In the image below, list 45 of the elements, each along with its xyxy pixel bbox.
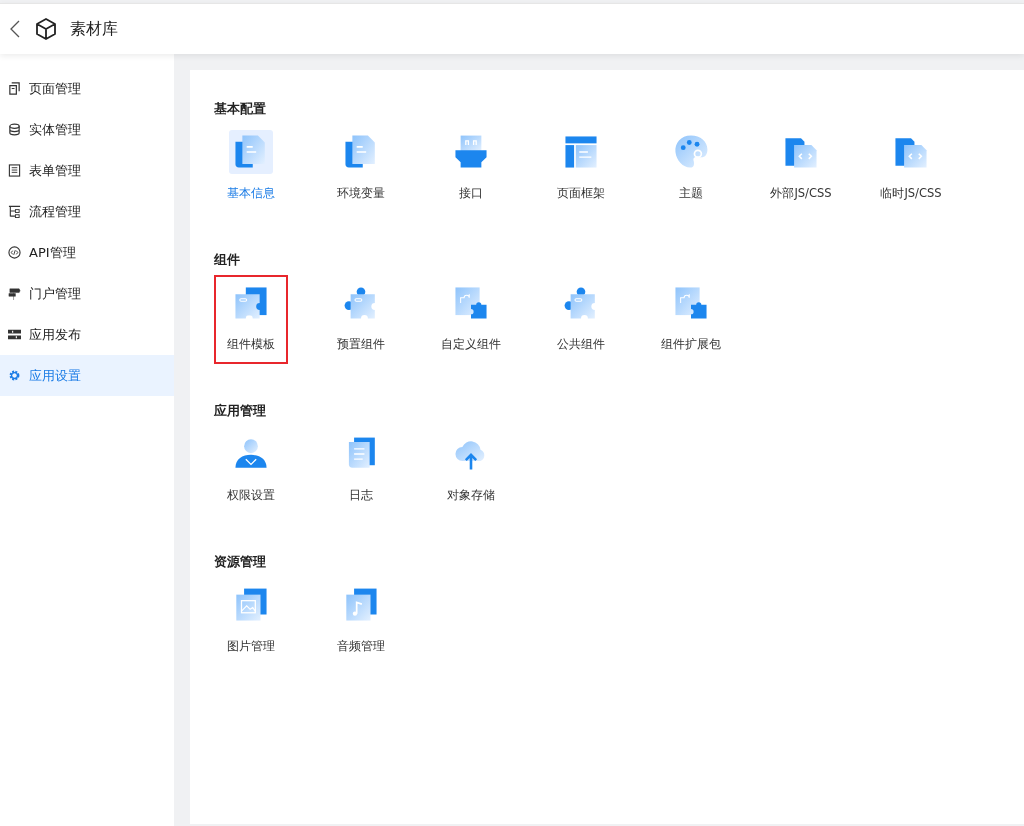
tile-item[interactable]: 页面框架 bbox=[544, 124, 618, 213]
tile-item[interactable]: 基本信息 bbox=[214, 124, 288, 213]
sidebar-item[interactable]: 应用发布 bbox=[0, 314, 174, 355]
sidebar-item[interactable]: API管理 bbox=[0, 232, 174, 273]
signpost-icon bbox=[8, 287, 21, 300]
tile-item[interactable]: 接口 bbox=[434, 124, 508, 213]
form-icon bbox=[8, 164, 21, 177]
sidebar-item[interactable]: 实体管理 bbox=[0, 109, 174, 150]
tile-item[interactable]: 对象存储 bbox=[434, 426, 508, 515]
sidebar-item[interactable]: 页面管理 bbox=[0, 68, 174, 109]
tile-item[interactable]: 图片管理 bbox=[214, 577, 288, 666]
puzzle-icon bbox=[452, 284, 490, 322]
tile-item[interactable]: 自定义组件 bbox=[434, 275, 508, 364]
sidebar-item[interactable]: 流程管理 bbox=[0, 191, 174, 232]
table-icon bbox=[8, 328, 21, 341]
layout-icon bbox=[562, 133, 600, 171]
section-title: 资源管理 bbox=[214, 553, 267, 571]
puzzle-icon bbox=[232, 284, 270, 322]
back-icon[interactable] bbox=[10, 20, 20, 38]
plug-icon bbox=[452, 133, 490, 171]
tile-item[interactable]: 公共组件 bbox=[544, 275, 618, 364]
page-title: 素材库 bbox=[70, 18, 118, 40]
flow-icon bbox=[8, 205, 21, 218]
sidebar-item[interactable]: 应用设置 bbox=[0, 355, 174, 396]
tile-item[interactable]: 组件模板 bbox=[214, 275, 288, 364]
sidebar-item[interactable]: 表单管理 bbox=[0, 150, 174, 191]
section-title: 基本配置 bbox=[214, 100, 267, 118]
settings-icon bbox=[8, 369, 21, 382]
pages-icon bbox=[8, 82, 21, 95]
section-title: 组件 bbox=[214, 251, 241, 269]
tile-item[interactable]: 主题 bbox=[654, 124, 728, 213]
code-icon bbox=[8, 246, 21, 259]
sidebar-item[interactable]: 门户管理 bbox=[0, 273, 174, 314]
tile-item[interactable]: 环境变量 bbox=[324, 124, 398, 213]
section-title: 应用管理 bbox=[214, 402, 267, 420]
database-icon bbox=[8, 123, 21, 136]
tile-item[interactable]: 日志 bbox=[324, 426, 398, 515]
tile-item[interactable]: 外部JS/CSS bbox=[764, 124, 838, 213]
tile-item[interactable]: 预置组件 bbox=[324, 275, 398, 364]
tile-item[interactable]: 权限设置 bbox=[214, 426, 288, 515]
tile-item[interactable]: 临时JS/CSS bbox=[874, 124, 948, 213]
cube-icon bbox=[34, 17, 58, 41]
puzzle-icon bbox=[672, 284, 710, 322]
tile-item[interactable]: 组件扩展包 bbox=[654, 275, 728, 364]
tile-item[interactable]: 音频管理 bbox=[324, 577, 398, 666]
